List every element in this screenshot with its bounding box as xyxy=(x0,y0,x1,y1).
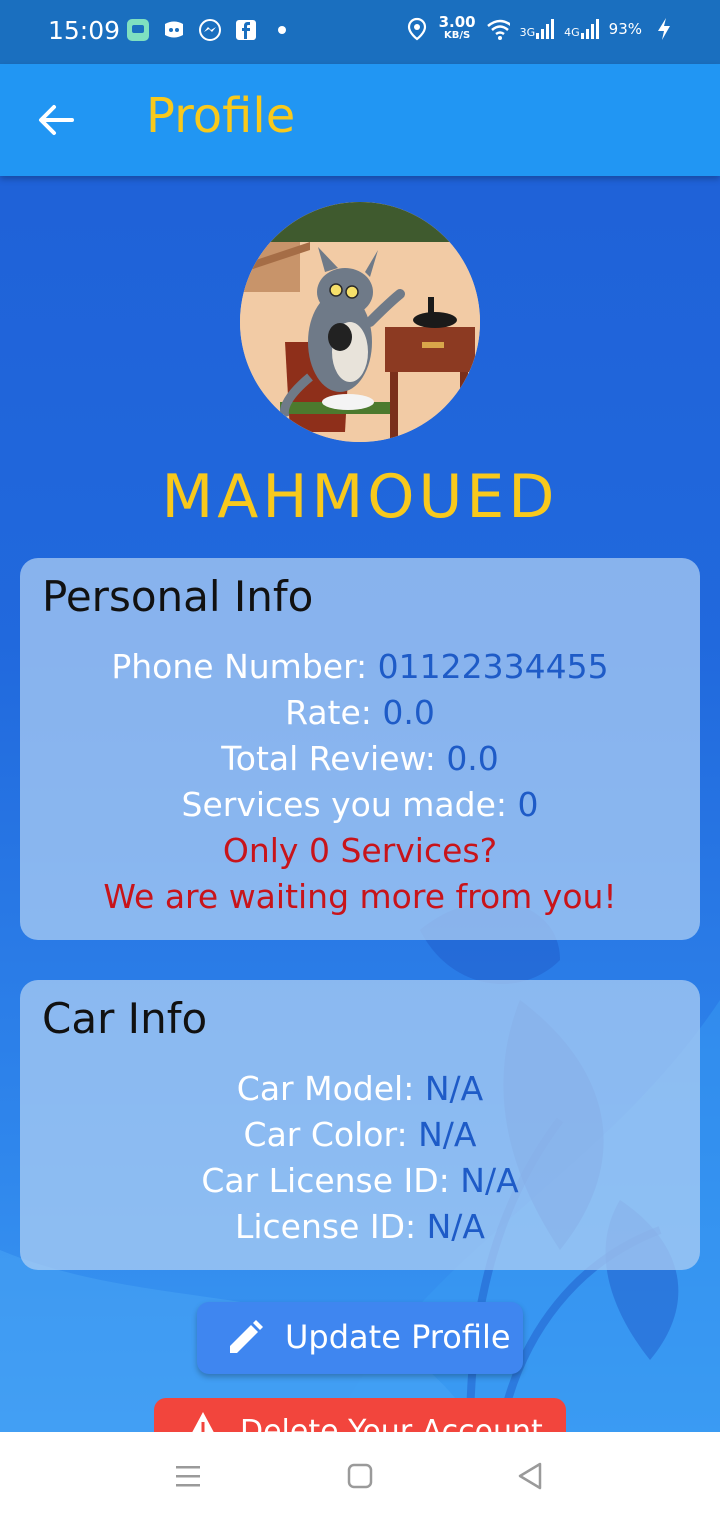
car-color-row: Car Color: N/A xyxy=(20,1112,700,1158)
total-review-label: Total Review: xyxy=(221,739,447,778)
rate-value: 0.0 xyxy=(382,693,435,732)
services-value: 0 xyxy=(517,785,539,824)
license-id-label: License ID: xyxy=(234,1207,427,1246)
network-speed-value: 3.00 xyxy=(438,13,476,31)
car-model-row: Car Model: N/A xyxy=(20,1066,700,1112)
charging-icon xyxy=(652,17,676,41)
phone-number-value: 01122334455 xyxy=(377,647,609,686)
car-license-id-value: N/A xyxy=(460,1161,519,1200)
personal-info-list: Phone Number: 01122334455 Rate: 0.0 Tota… xyxy=(20,644,700,920)
update-profile-button[interactable]: Update Profile xyxy=(197,1302,523,1374)
phone-number-row: Phone Number: 01122334455 xyxy=(20,644,700,690)
signal-4g-label: 4G xyxy=(564,26,580,39)
app-bar: Profile xyxy=(0,64,720,176)
back-button[interactable] xyxy=(34,98,78,142)
square-home-icon xyxy=(347,1463,373,1489)
home-button[interactable] xyxy=(344,1460,376,1492)
update-profile-label: Update Profile xyxy=(285,1318,511,1356)
messages-icon xyxy=(126,18,150,42)
page-title: Profile xyxy=(146,88,296,144)
signal-4g: 4G xyxy=(564,19,599,39)
car-info-title: Car Info xyxy=(42,994,208,1043)
location-icon xyxy=(405,17,429,41)
system-status-icons: 3.00 KB/S 3G 4G 93% xyxy=(405,13,676,42)
personal-info-card: Personal Info Phone Number: 01122334455 … xyxy=(20,558,700,940)
discord-icon xyxy=(162,18,186,42)
license-id-row: License ID: N/A xyxy=(20,1204,700,1250)
status-bar: 15:09 3.00 KB/S 3G 4G 93% xyxy=(0,0,720,64)
total-review-row: Total Review: 0.0 xyxy=(20,736,700,782)
navigation-bar xyxy=(0,1432,720,1520)
signal-3g: 3G xyxy=(520,19,555,39)
phone-number-label: Phone Number: xyxy=(111,647,378,686)
battery-percent: 93% xyxy=(608,20,642,38)
signal-bars-icon xyxy=(536,19,555,39)
personal-info-title: Personal Info xyxy=(42,572,314,621)
signal-3g-label: 3G xyxy=(519,26,536,39)
network-speed-unit: KB/S xyxy=(443,30,471,41)
rate-row: Rate: 0.0 xyxy=(20,690,700,736)
services-encourage-line-2: We are waiting more from you! xyxy=(103,877,617,916)
avatar-cat-image xyxy=(240,202,480,442)
car-license-id-row: Car License ID: N/A xyxy=(20,1158,700,1204)
pencil-icon xyxy=(230,1320,263,1353)
rate-label: Rate: xyxy=(285,693,383,732)
services-encourage-line-1: Only 0 Services? xyxy=(222,831,498,870)
status-time: 15:09 xyxy=(48,16,121,45)
car-model-label: Car Model: xyxy=(236,1069,425,1108)
arrow-left-icon xyxy=(39,105,74,135)
car-license-id-label: Car License ID: xyxy=(201,1161,461,1200)
triangle-back-icon xyxy=(518,1462,542,1490)
messenger-icon xyxy=(198,18,222,42)
services-row: Services you made: 0 xyxy=(20,782,700,828)
facebook-icon xyxy=(234,18,258,42)
license-id-value: N/A xyxy=(426,1207,486,1246)
back-nav-button[interactable] xyxy=(514,1460,546,1492)
wifi-icon xyxy=(486,17,510,41)
car-info-list: Car Model: N/A Car Color: N/A Car Licens… xyxy=(20,1066,700,1250)
user-name: MAHMOUED xyxy=(161,462,559,532)
car-color-label: Car Color: xyxy=(243,1115,419,1154)
car-color-value: N/A xyxy=(418,1115,477,1154)
signal-bars-icon xyxy=(580,19,599,39)
menu-lines-icon xyxy=(176,1466,200,1487)
avatar[interactable] xyxy=(240,202,480,442)
services-label: Services you made: xyxy=(181,785,518,824)
notification-icons xyxy=(126,18,294,42)
network-speed: 3.00 KB/S xyxy=(438,13,476,42)
more-notifications-dot-icon xyxy=(270,18,294,42)
car-model-value: N/A xyxy=(424,1069,484,1108)
car-info-card: Car Info Car Model: N/A Car Color: N/A C… xyxy=(20,980,700,1270)
total-review-value: 0.0 xyxy=(446,739,499,778)
recent-apps-button[interactable] xyxy=(172,1460,204,1492)
